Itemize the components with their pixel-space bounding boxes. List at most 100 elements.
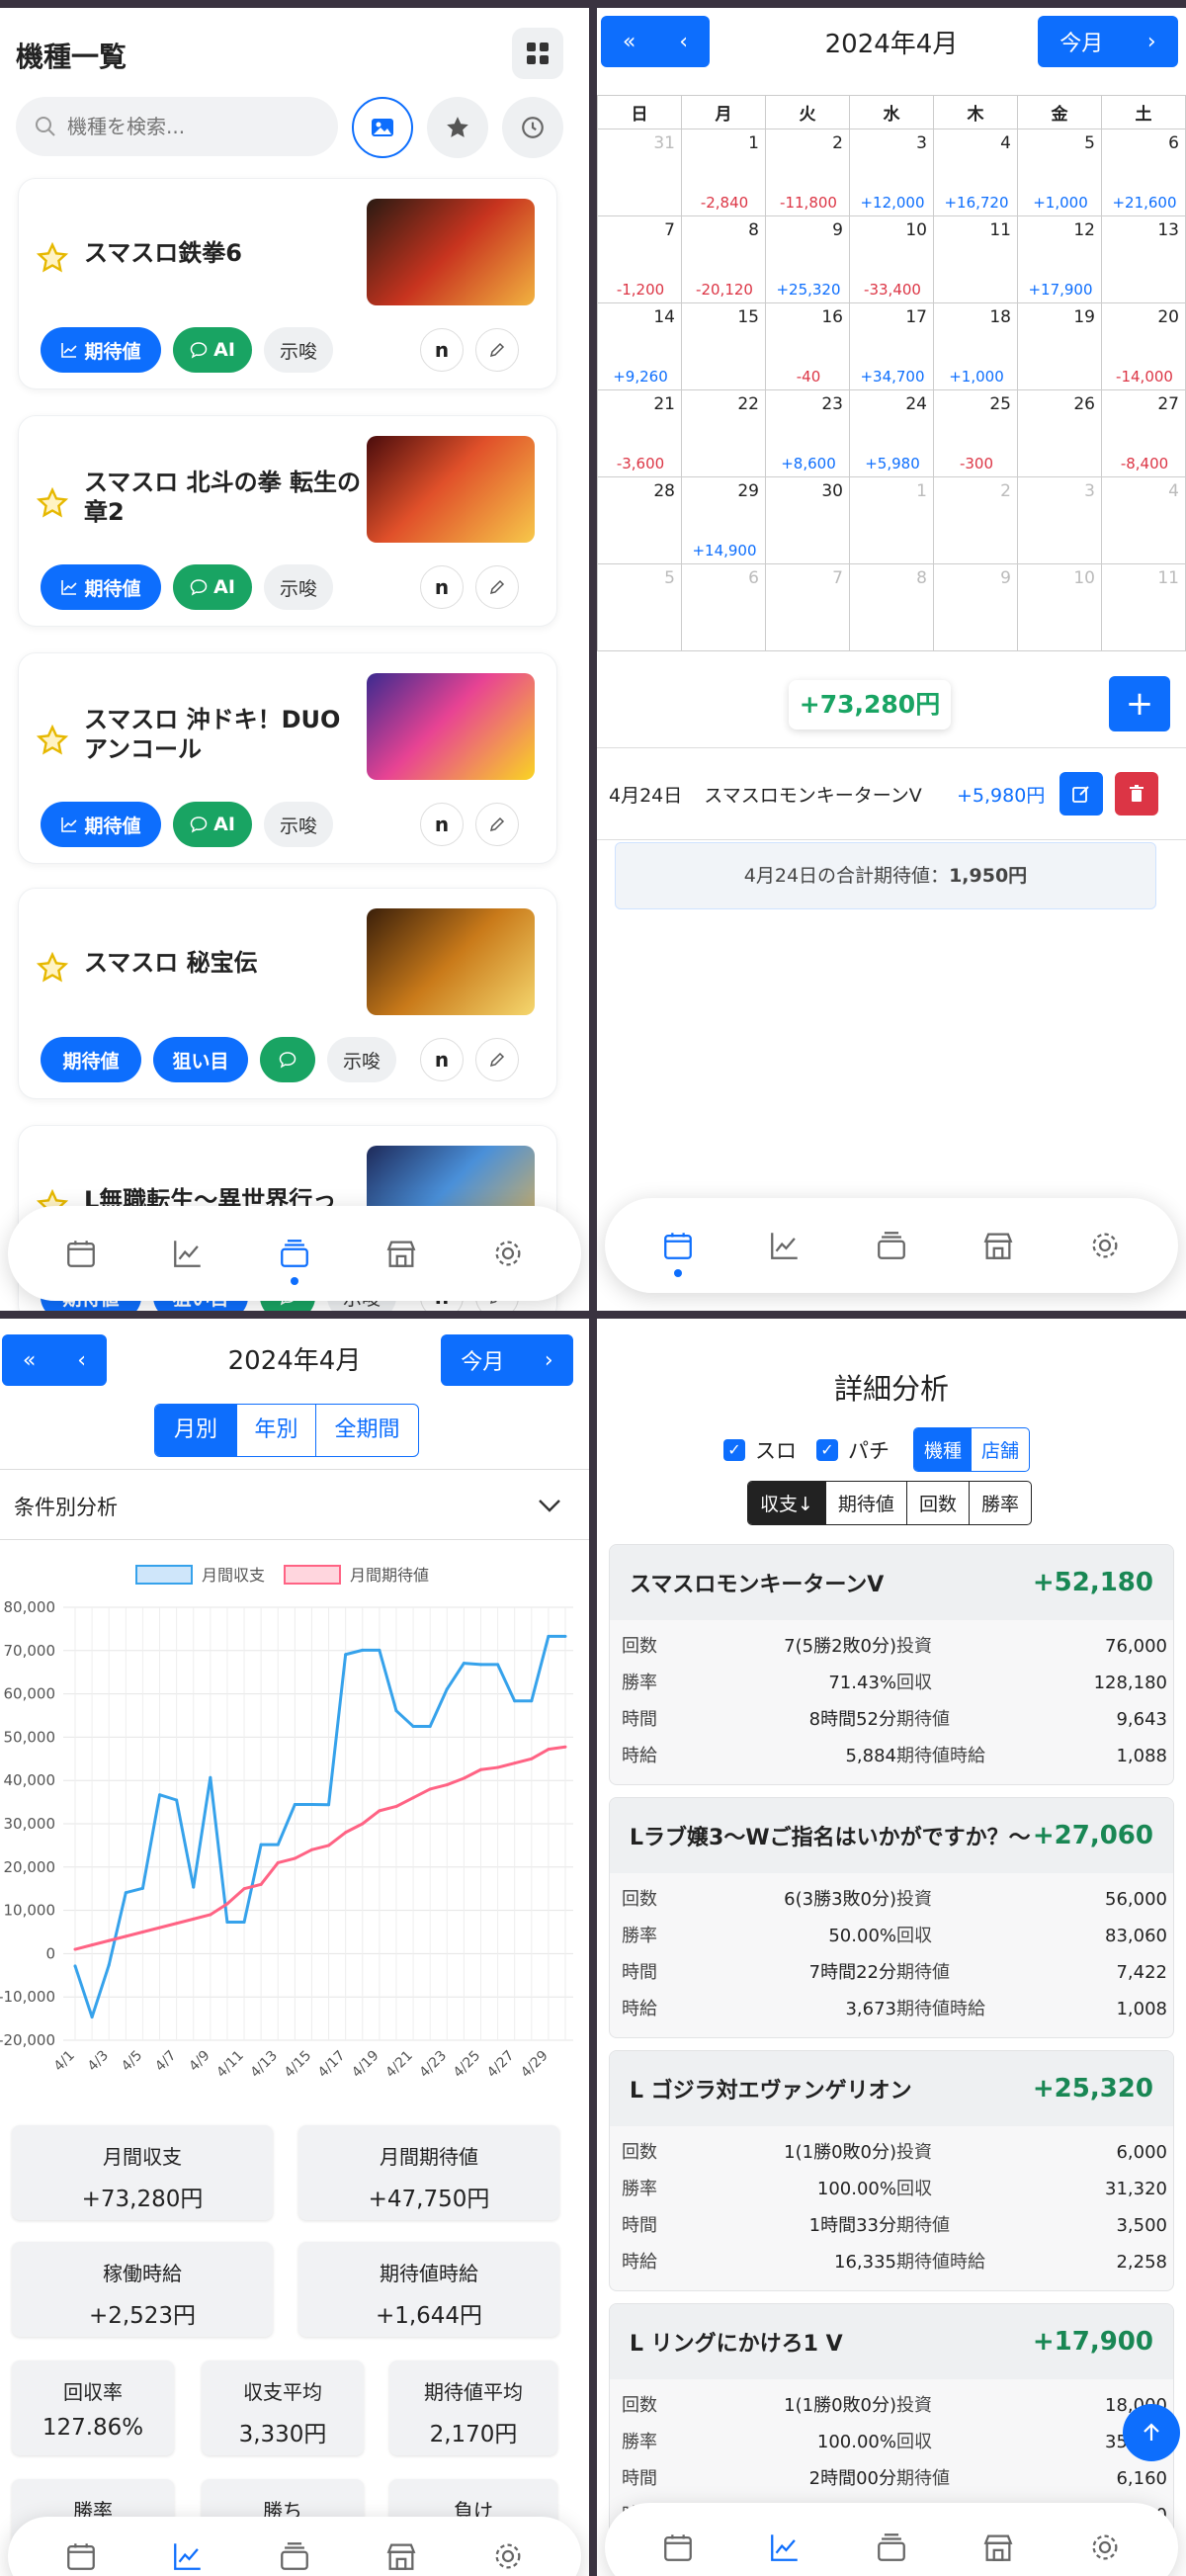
calendar-day-cell[interactable]: 8	[849, 563, 934, 651]
sort-winrate[interactable]: 勝率	[968, 1482, 1031, 1524]
favorite-star-icon[interactable]	[37, 242, 68, 274]
favorite-star-icon[interactable]	[37, 487, 68, 519]
detail-card[interactable]: スマスロモンキーターンV +52,180 回数 7(5勝2敗0分) 投資 76,000 勝率…	[609, 1544, 1174, 1785]
calendar-day-cell[interactable]: 13	[1101, 215, 1186, 303]
sort-expected[interactable]: 期待値	[824, 1482, 906, 1524]
calendar-day-cell[interactable]: 29 +14,900	[681, 476, 766, 564]
calendar-day-cell[interactable]: 3 +12,000	[849, 129, 934, 216]
toggle-machine[interactable]: 機種	[914, 1428, 973, 1471]
detail-card[interactable]: L ゴジラ対エヴァンゲリオン +25,320 回数 1(1勝0敗0分) 投資 6,000 勝…	[609, 2050, 1174, 2291]
add-record-button[interactable]: +	[1109, 676, 1170, 731]
edit-machine-button[interactable]	[475, 803, 519, 846]
nav-shop[interactable]	[969, 2518, 1028, 2576]
info-badge[interactable]: n	[420, 565, 464, 609]
calendar-day-cell[interactable]: 2	[933, 476, 1018, 564]
machine-card[interactable]: スマスロ 秘宝伝 期待値 狙い目 示唆 n	[18, 888, 557, 1099]
nav-chart[interactable]	[755, 2518, 814, 2576]
calendar-day-cell[interactable]: 17 +34,700	[849, 302, 934, 390]
favorite-filter-button[interactable]	[427, 97, 488, 158]
info-badge[interactable]: n	[420, 803, 464, 846]
calendar-day-cell[interactable]: 26	[1017, 389, 1102, 477]
calendar-day-cell[interactable]: 20 -14,000	[1101, 302, 1186, 390]
record-row[interactable]: 4月24日 スマスロモンキーターンV +5,980円	[597, 747, 1186, 840]
nav-settings[interactable]	[1075, 1216, 1135, 1275]
calendar-day-cell[interactable]: 4 +16,720	[933, 129, 1018, 216]
nav-machines[interactable]	[862, 1216, 921, 1275]
calendar-day-cell[interactable]: 28	[597, 476, 682, 564]
calendar-day-cell[interactable]: 6 +21,600	[1101, 129, 1186, 216]
calendar-day-cell[interactable]: 2 -11,800	[765, 129, 850, 216]
calendar-day-cell[interactable]: 24 +5,980	[849, 389, 934, 477]
calendar-day-cell[interactable]: 25 -300	[933, 389, 1018, 477]
machine-card[interactable]: スマスロ 北斗の拳 転生の章2 期待値 AI 示唆 n	[18, 415, 557, 627]
hint-button[interactable]: 示唆	[264, 327, 333, 373]
scroll-top-button[interactable]	[1123, 2404, 1180, 2461]
calendar-day-cell[interactable]: 7 -1,200	[597, 215, 682, 303]
favorite-star-icon[interactable]	[37, 725, 68, 756]
history-filter-button[interactable]	[502, 97, 563, 158]
edit-machine-button[interactable]	[475, 1038, 519, 1081]
expected-value-button[interactable]: 期待値	[41, 1037, 141, 1082]
calendar-day-cell[interactable]: 15	[681, 302, 766, 390]
condition-analysis-accordion[interactable]: 条件別分析	[0, 1469, 589, 1540]
sort-profit[interactable]: 収支↓	[748, 1482, 825, 1524]
nav-chart[interactable]	[158, 2527, 217, 2576]
nav-settings[interactable]	[1075, 2518, 1135, 2576]
tab-yearly[interactable]: 年別	[236, 1405, 315, 1456]
image-filter-button[interactable]	[352, 97, 413, 158]
calendar-day-cell[interactable]: 10 -33,400	[849, 215, 934, 303]
ai-button[interactable]: AI	[173, 327, 252, 373]
search-input[interactable]	[67, 115, 314, 138]
nav-shop[interactable]	[372, 1224, 431, 1283]
detail-card[interactable]: Lラブ嬢3〜Wご指名はいかがですか？〜 +27,060 回数 6(3勝3敗0分) 投資 5…	[609, 1797, 1174, 2038]
expected-value-button[interactable]: 期待値	[41, 802, 161, 847]
nav-machines[interactable]	[862, 2518, 921, 2576]
calendar-day-cell[interactable]: 7	[765, 563, 850, 651]
nav-machines[interactable]	[265, 1224, 324, 1285]
sort-count[interactable]: 回数	[905, 1482, 969, 1524]
calendar-day-cell[interactable]: 5 +1,000	[1017, 129, 1102, 216]
edit-record-button[interactable]	[1059, 772, 1103, 816]
nav-shop[interactable]	[969, 1216, 1028, 1275]
calendar-day-cell[interactable]: 21 -3,600	[597, 389, 682, 477]
calendar-day-cell[interactable]: 10	[1017, 563, 1102, 651]
edit-machine-button[interactable]	[475, 328, 519, 372]
expected-value-button[interactable]: 期待値	[41, 327, 161, 373]
search-field[interactable]	[16, 97, 338, 156]
nav-calendar[interactable]	[648, 1216, 708, 1277]
info-badge[interactable]: n	[420, 1038, 464, 1081]
machine-card[interactable]: スマスロ 沖ドキ！DUO アンコール 期待値 AI 示唆 n	[18, 652, 557, 864]
nav-machines[interactable]	[265, 2527, 324, 2576]
nav-settings[interactable]	[478, 1224, 538, 1283]
tab-all-time[interactable]: 全期間	[315, 1405, 418, 1456]
this-month-button[interactable]: 今月 ›	[1038, 16, 1178, 67]
nav-settings[interactable]	[478, 2527, 538, 2576]
ai-button[interactable]: AI	[173, 802, 252, 847]
calendar-day-cell[interactable]: 23 +8,600	[765, 389, 850, 477]
calendar-day-cell[interactable]: 1 -2,840	[681, 129, 766, 216]
machine-card[interactable]: スマスロ鉄拳6 期待値 AI 示唆 n	[18, 178, 557, 389]
calendar-day-cell[interactable]: 22	[681, 389, 766, 477]
favorite-star-icon[interactable]	[37, 952, 68, 984]
nav-shop[interactable]	[372, 2527, 431, 2576]
info-badge[interactable]: n	[420, 328, 464, 372]
nav-calendar[interactable]	[51, 2527, 111, 2576]
toggle-store[interactable]: 店舗	[972, 1428, 1029, 1471]
calendar-day-cell[interactable]: 14 +9,260	[597, 302, 682, 390]
delete-record-button[interactable]	[1115, 772, 1158, 816]
ai-button[interactable]: AI	[173, 564, 252, 610]
target-button[interactable]: 狙い目	[153, 1037, 248, 1082]
calendar-day-cell[interactable]: 5	[597, 563, 682, 651]
slot-checkbox[interactable]: ✓	[723, 1438, 745, 1461]
calendar-day-cell[interactable]: 9	[933, 563, 1018, 651]
calendar-day-cell[interactable]: 30	[765, 476, 850, 564]
calendar-day-cell[interactable]: 4	[1101, 476, 1186, 564]
nav-calendar[interactable]	[51, 1224, 111, 1283]
grid-view-button[interactable]	[512, 28, 563, 79]
calendar-day-cell[interactable]: 3	[1017, 476, 1102, 564]
edit-machine-button[interactable]	[475, 565, 519, 609]
chat-button[interactable]	[260, 1037, 315, 1082]
pachi-checkbox[interactable]: ✓	[816, 1438, 838, 1461]
calendar-day-cell[interactable]: 8 -20,120	[681, 215, 766, 303]
tab-monthly[interactable]: 月別	[155, 1405, 236, 1456]
